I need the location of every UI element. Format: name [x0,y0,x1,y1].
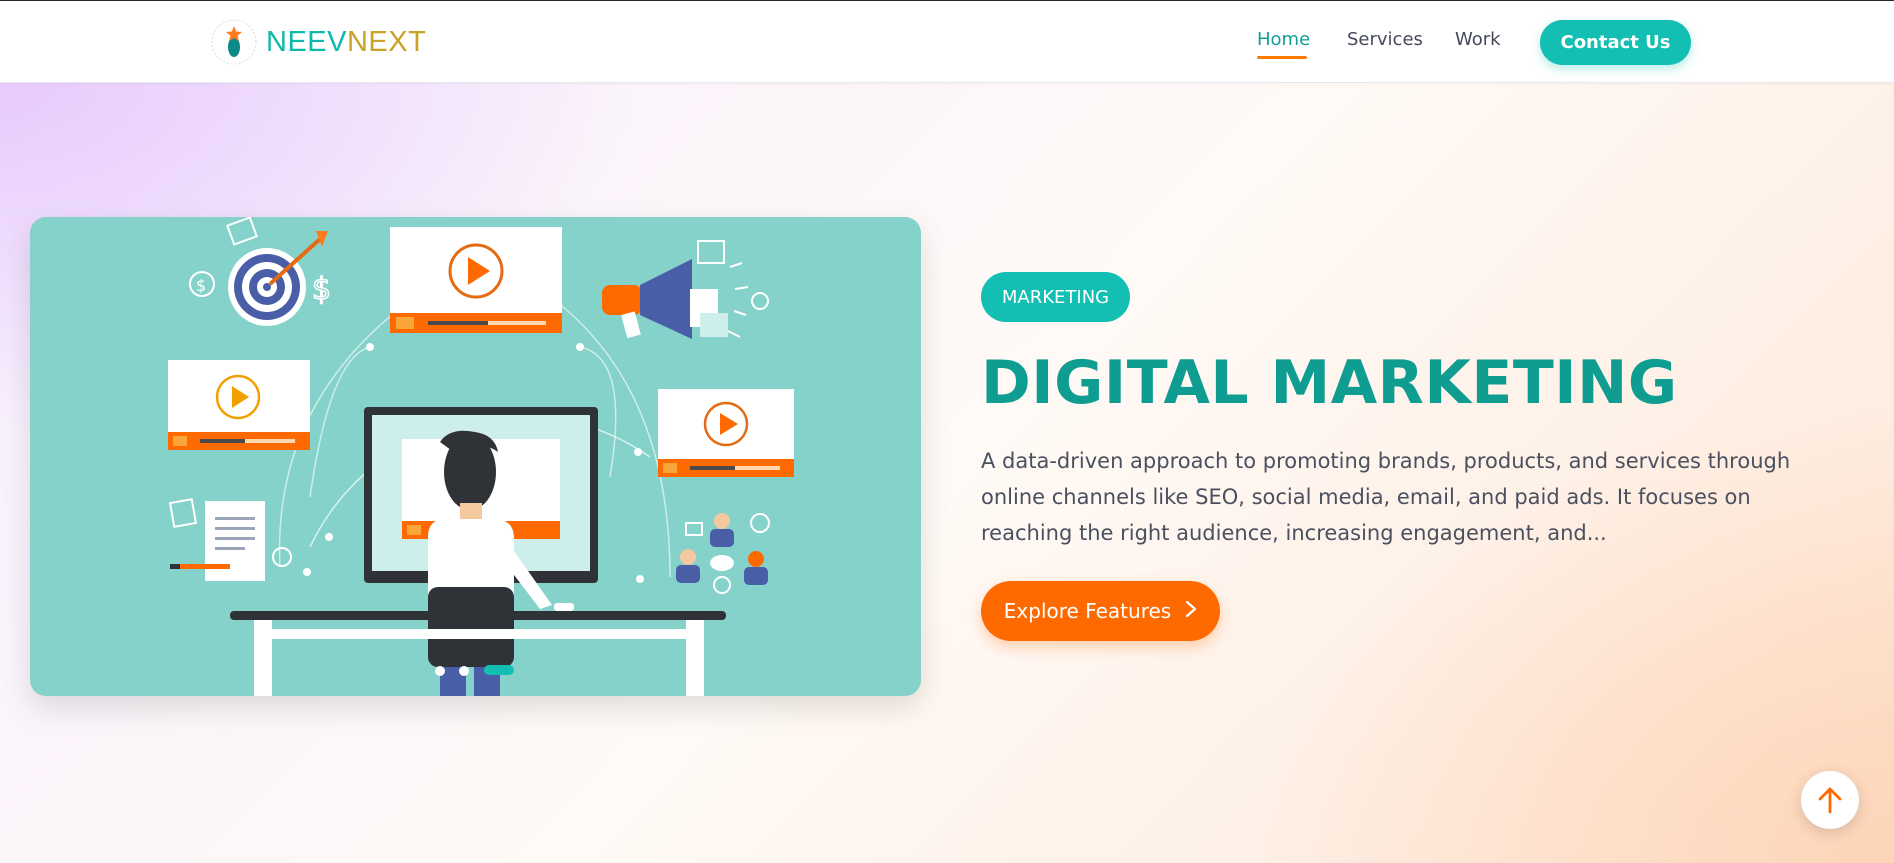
digital-marketing-illustration: $ $ [168,217,794,696]
explore-features-button[interactable]: Explore Features [981,581,1220,641]
category-badge: MARKETING [981,272,1130,322]
nav-services-link[interactable]: Services [1347,29,1423,50]
svg-text:$: $ [196,276,206,295]
megaphone-icon [602,240,769,339]
explore-features-label: Explore Features [1003,599,1172,623]
nav-home-link[interactable]: Home [1257,29,1310,50]
nav-work-link[interactable]: Work [1455,29,1501,50]
site-header: NEEVNEXT Home Services Work Contact Us [0,1,1894,83]
video-card-top [390,227,562,333]
main-nav: Home Services Work Contact Us [0,1,1894,83]
nav-active-indicator [1257,56,1307,59]
hero-title: DIGITAL MARKETING [981,348,1678,418]
scroll-to-top-button[interactable] [1801,771,1859,829]
document-icon [168,498,292,581]
arrow-up-icon [1818,787,1842,814]
video-card-left [168,360,310,450]
chevron-right-icon [1185,599,1197,624]
contact-us-button[interactable]: Contact Us [1540,20,1691,65]
people-network-icon [676,513,770,594]
hero-description: A data-driven approach to promoting bran… [981,449,1791,545]
video-card-right [658,389,794,477]
hero-illustration: $ $ [30,217,921,696]
svg-text:$: $ [312,272,331,307]
